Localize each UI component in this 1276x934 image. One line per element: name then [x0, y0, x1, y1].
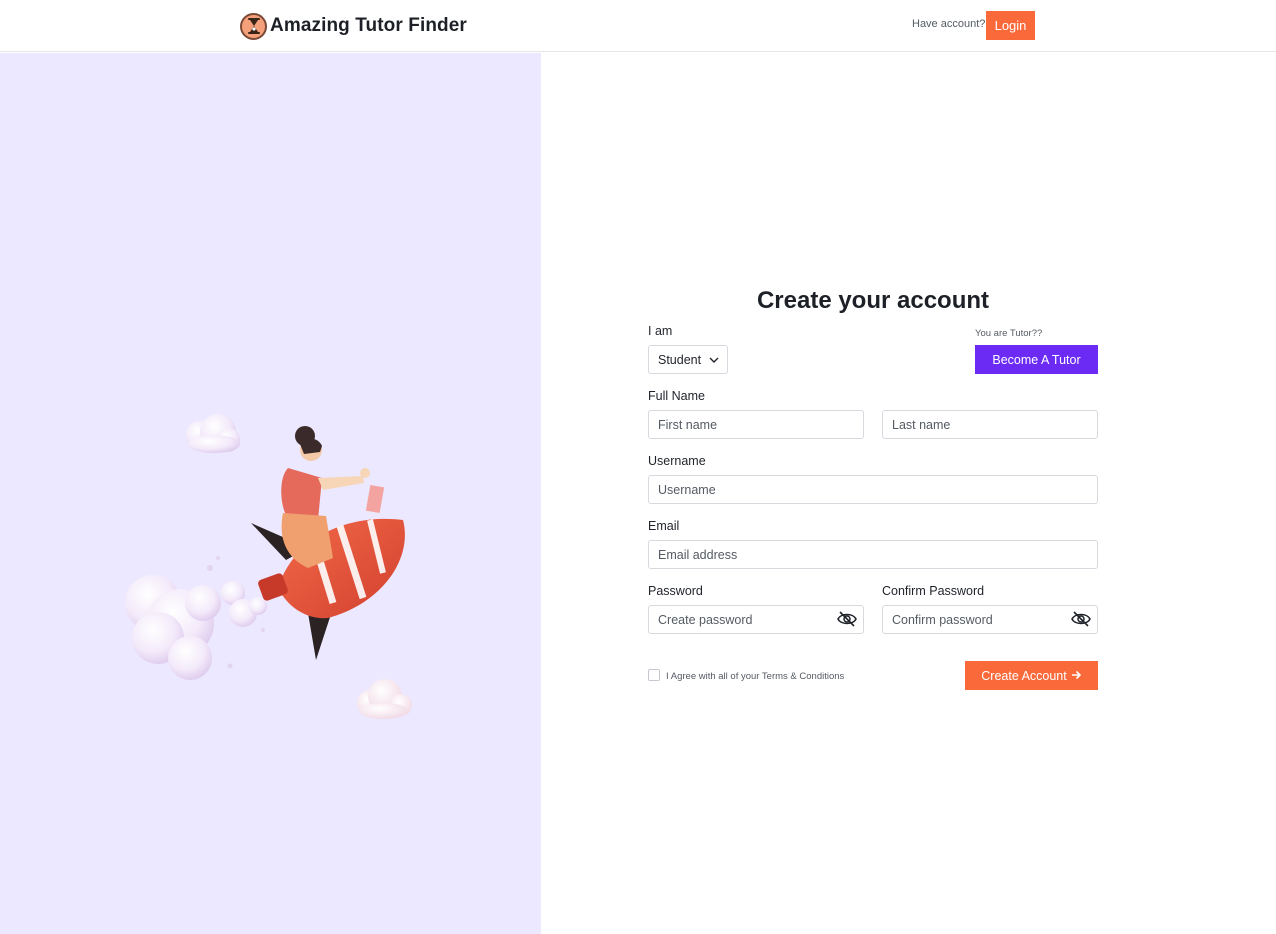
- terms-checkbox[interactable]: [648, 669, 660, 681]
- top-navbar: Amazing Tutor Finder Have account? Login: [0, 0, 1276, 52]
- email-input[interactable]: [648, 540, 1098, 569]
- chevron-down-icon: [709, 353, 719, 367]
- rocket-illustration: [125, 414, 412, 719]
- illustration-panel: [0, 53, 541, 934]
- page-title: Create your account: [756, 287, 990, 314]
- brand-name: Amazing Tutor Finder: [270, 15, 467, 36]
- create-account-button[interactable]: Create Account: [965, 661, 1098, 690]
- brand[interactable]: Amazing Tutor Finder: [240, 12, 467, 40]
- terms-text[interactable]: I Agree with all of your Terms & Conditi…: [666, 671, 844, 682]
- role-select-value: Student: [658, 352, 702, 367]
- role-select[interactable]: Student: [648, 345, 728, 374]
- email-label: Email: [648, 519, 680, 533]
- full-name-label: Full Name: [648, 389, 705, 403]
- first-name-input[interactable]: [648, 410, 864, 439]
- confirm-password-label: Confirm Password: [882, 584, 985, 598]
- hourglass-logo-icon: [240, 12, 267, 40]
- last-name-input[interactable]: [882, 410, 1098, 439]
- username-input[interactable]: [648, 475, 1098, 504]
- role-label: I am: [648, 324, 673, 338]
- have-account-text: Have account?: [912, 18, 986, 30]
- password-input[interactable]: [648, 605, 864, 634]
- arrow-right-icon: [1071, 669, 1082, 683]
- password-label: Password: [648, 584, 703, 598]
- eye-off-icon[interactable]: [1071, 609, 1091, 629]
- create-account-label: Create Account: [981, 668, 1067, 683]
- tutor-prompt: You are Tutor??: [975, 328, 1043, 339]
- confirm-password-input[interactable]: [882, 605, 1098, 634]
- login-button[interactable]: Login: [986, 11, 1035, 40]
- become-tutor-button[interactable]: Become A Tutor: [975, 345, 1098, 374]
- username-label: Username: [648, 454, 706, 468]
- eye-off-icon[interactable]: [837, 609, 857, 629]
